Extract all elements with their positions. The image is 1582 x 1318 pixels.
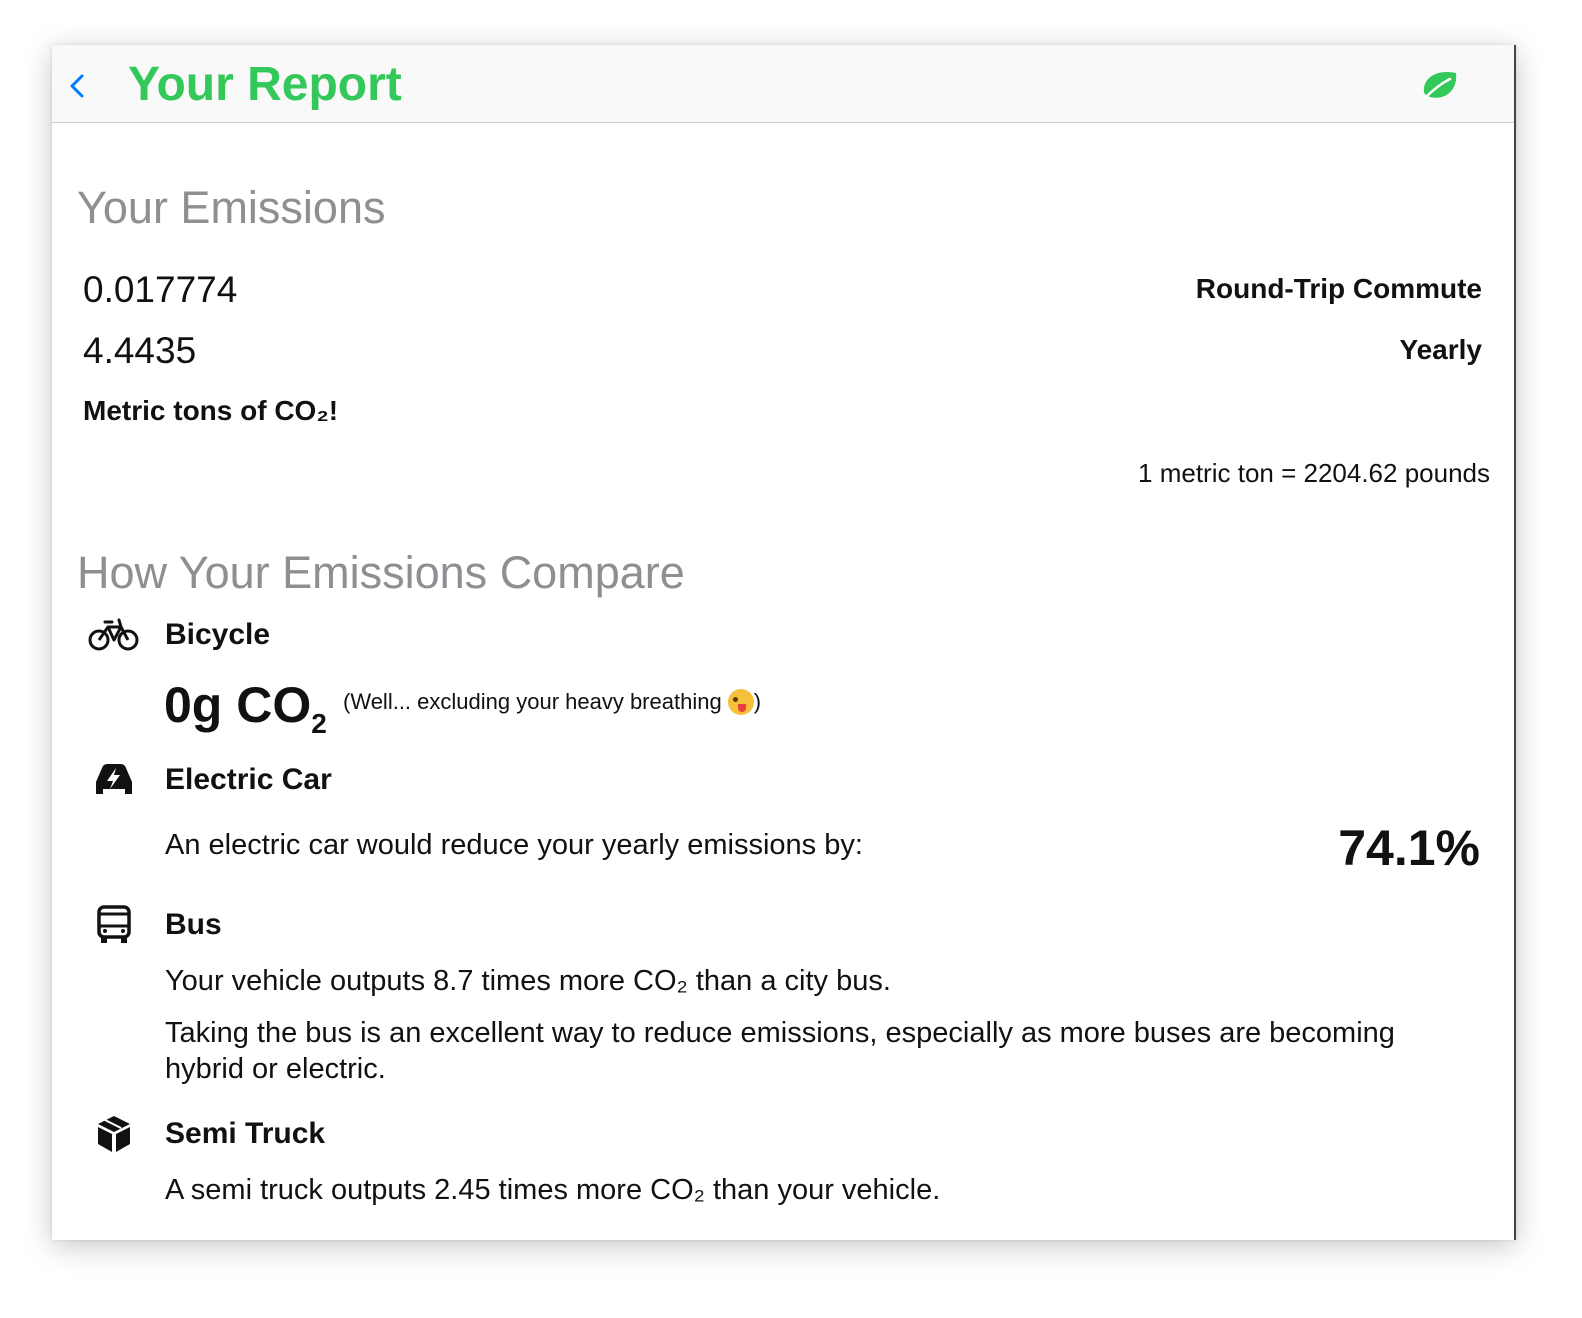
bus-icon (97, 905, 131, 943)
emissions-section-title: Your Emissions (77, 182, 386, 233)
emissions-unit: Metric tons of CO₂! (83, 395, 339, 426)
app-window: Your Report Your Emissions 0.017774 Roun… (52, 45, 1516, 1240)
bicycle-note: (Well... excluding your heavy breathing) (343, 687, 761, 717)
bicycle-emissions-headline: 0g CO2 (164, 677, 327, 739)
bus-title: Bus (165, 908, 222, 941)
electric-car-icon (96, 764, 132, 794)
commute-label: Round-Trip Commute (1195, 273, 1482, 304)
chevron-left-icon[interactable] (66, 71, 90, 101)
bicycle-note-close: ) (753, 689, 762, 714)
conversion-note: 1 metric ton = 2204.62 pounds (1138, 458, 1490, 488)
page-title: Your Report (128, 58, 402, 111)
bus-text: Your vehicle outputs 8.7 times more CO₂ … (165, 965, 891, 997)
electric-car-text: An electric car would reduce your yearly… (165, 829, 863, 861)
electric-car-reduction-percent: 74.1% (1338, 820, 1480, 876)
yearly-label: Yearly (1399, 334, 1482, 365)
yearly-emissions-value: 4.4435 (83, 330, 197, 371)
compare-section-title: How Your Emissions Compare (77, 547, 685, 598)
bicycle-icon (88, 618, 139, 651)
bicycle-note-text: (Well... excluding your heavy breathing (343, 689, 722, 714)
semi-truck-title: Semi Truck (165, 1117, 326, 1150)
cube-box-icon (98, 1116, 130, 1152)
winking-tongue-emoji-icon (727, 689, 754, 715)
bus-tip-text: Taking the bus is an excellent way to re… (165, 1017, 1395, 1085)
electric-car-title: Electric Car (165, 763, 332, 796)
commute-emissions-value: 0.017774 (83, 269, 238, 310)
semi-truck-text: A semi truck outputs 2.45 times more CO₂… (165, 1174, 941, 1206)
bicycle-title: Bicycle (165, 618, 271, 651)
leaf-icon[interactable] (1420, 67, 1460, 103)
navigation-bar: Your Report (52, 45, 1514, 123)
